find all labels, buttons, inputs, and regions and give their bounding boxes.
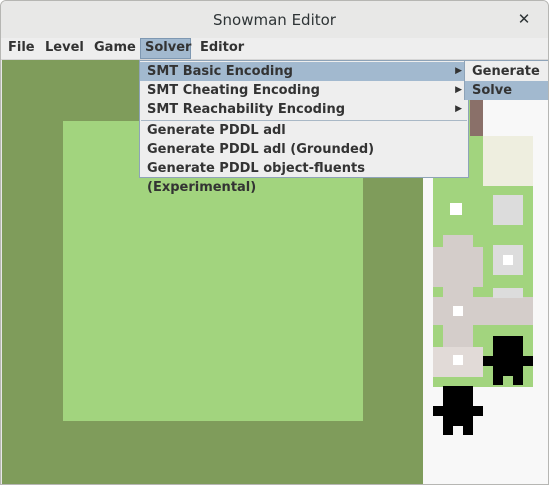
smt-basic-submenu: Generate Solve [464, 60, 548, 100]
menu-solver[interactable]: Solver [140, 38, 191, 59]
submenu-item-solve[interactable]: Solve [465, 81, 548, 100]
menu-item-label: SMT Reachability Encoding [147, 102, 346, 117]
title-bar: Snowman Editor ✕ [1, 1, 548, 39]
close-icon[interactable]: ✕ [514, 9, 534, 29]
menu-item-generate-pddl-adl-grounded[interactable]: Generate PDDL adl (Grounded) [140, 140, 468, 159]
menu-item-smt-basic-encoding[interactable]: SMT Basic Encoding ▶ [140, 62, 468, 81]
menu-item-label: SMT Cheating Encoding [147, 83, 320, 98]
menu-bar: File Level Game Solver Editor [1, 38, 548, 60]
solver-dropdown: SMT Basic Encoding ▶ SMT Cheating Encodi… [139, 60, 469, 195]
snow-tile [483, 136, 533, 186]
menu-item-generate-pddl-adl[interactable]: Generate PDDL adl [140, 121, 468, 140]
menu-item-label: SMT Basic Encoding [147, 64, 293, 79]
menu-item-smt-cheating-encoding[interactable]: SMT Cheating Encoding ▶ [140, 81, 468, 100]
menu-file[interactable]: File [4, 38, 39, 59]
submenu-arrow-icon: ▶ [455, 85, 462, 95]
snow-ball-small [450, 203, 462, 215]
menu-game[interactable]: Game [90, 38, 140, 59]
menu-level[interactable]: Level [41, 38, 88, 59]
snowman-body [433, 247, 483, 287]
menu-item-smt-reachability-encoding[interactable]: SMT Reachability Encoding ▶ [140, 100, 468, 119]
menu-editor[interactable]: Editor [196, 38, 248, 59]
submenu-item-generate[interactable]: Generate [465, 62, 548, 81]
application-window: Snowman Editor ✕ File Level Game Solver … [0, 0, 549, 485]
submenu-arrow-icon: ▶ [455, 66, 462, 76]
submenu-arrow-icon: ▶ [455, 104, 462, 114]
menu-item-generate-pddl-object-fluents[interactable]: Generate PDDL object-fluents (Experiment… [140, 159, 468, 195]
snow-ball-medium [493, 195, 523, 225]
window-title: Snowman Editor [213, 11, 336, 29]
